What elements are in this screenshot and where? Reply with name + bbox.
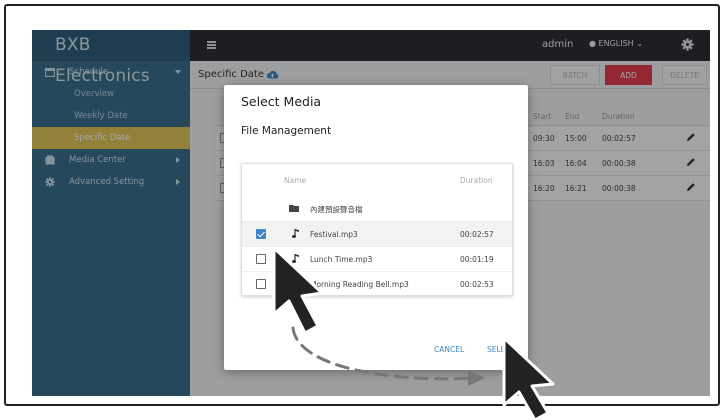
cancel-button[interactable]: CANCEL <box>434 345 464 354</box>
music-note-icon <box>292 254 299 263</box>
file-row[interactable]: Lunch Time.mp3 00:01:19 <box>242 246 512 271</box>
file-name: Festival.mp3 <box>310 230 358 239</box>
music-note-icon <box>292 229 299 238</box>
file-name: Lunch Time.mp3 <box>310 255 373 264</box>
file-checkbox[interactable] <box>256 254 266 264</box>
folder-row[interactable]: 內建預設聲音檔 <box>242 196 512 221</box>
file-duration: 00:01:19 <box>460 255 494 264</box>
dialog-title: Select Media <box>241 94 322 109</box>
column-name: Name <box>284 176 307 185</box>
file-name: Morning Reading Bell.mp3 <box>310 280 409 289</box>
dialog-subtitle: File Management <box>241 125 332 137</box>
select-media-dialog: Select Media File Management Name Durati… <box>224 85 528 370</box>
column-duration: Duration <box>460 176 493 185</box>
file-row[interactable]: Festival.mp3 00:02:57 <box>242 221 512 246</box>
music-note-icon <box>292 279 299 288</box>
folder-icon <box>289 205 299 212</box>
file-checkbox[interactable] <box>256 229 266 239</box>
app-window: BXB Electronics Schedule Overview Weekly… <box>32 30 710 396</box>
file-list: Name Duration 內建預設聲音檔 Festival.mp3 00:02… <box>241 163 513 296</box>
file-duration: 00:02:57 <box>460 230 494 239</box>
file-checkbox[interactable] <box>256 279 266 289</box>
select-button[interactable]: SELECT <box>487 345 515 354</box>
file-row[interactable]: Morning Reading Bell.mp3 00:02:53 <box>242 271 512 296</box>
file-list-header: Name Duration <box>242 164 512 196</box>
file-duration: 00:02:53 <box>460 280 494 289</box>
dialog-actions: CANCEL SELECT <box>429 345 519 357</box>
folder-name: 內建預設聲音檔 <box>310 205 363 214</box>
